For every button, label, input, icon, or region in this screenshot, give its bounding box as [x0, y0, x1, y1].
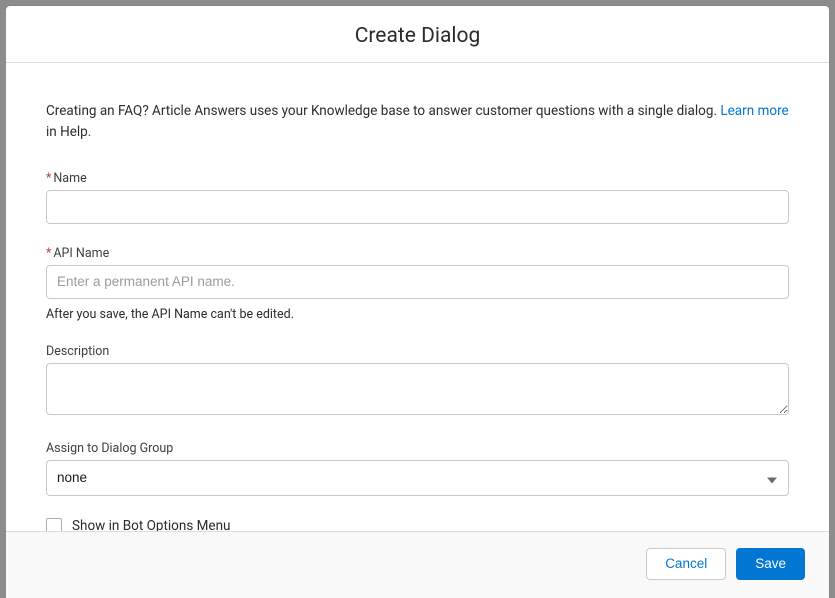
- description-label: Description: [46, 344, 789, 359]
- learn-more-link[interactable]: Learn more: [720, 103, 788, 119]
- api-name-helper: After you save, the API Name can't be ed…: [46, 307, 789, 322]
- field-name: *Name: [46, 171, 789, 224]
- field-api-name: *API Name After you save, the API Name c…: [46, 246, 789, 322]
- intro-text: Creating an FAQ? Article Answers uses yo…: [46, 101, 789, 143]
- dialog-group-label: Assign to Dialog Group: [46, 441, 789, 456]
- required-marker: *: [46, 246, 51, 261]
- modal-body: Creating an FAQ? Article Answers uses yo…: [6, 63, 829, 531]
- field-description: Description: [46, 344, 789, 419]
- name-label-text: Name: [53, 171, 86, 186]
- required-marker: *: [46, 171, 51, 186]
- description-textarea[interactable]: [46, 363, 789, 415]
- name-input[interactable]: [46, 190, 789, 224]
- save-button[interactable]: Save: [736, 548, 805, 580]
- name-label: *Name: [46, 171, 789, 186]
- dialog-group-select-wrap: none: [46, 460, 789, 496]
- show-in-menu-checkbox[interactable]: [46, 518, 62, 531]
- modal-header: Create Dialog: [6, 6, 829, 63]
- show-in-menu-label: Show in Bot Options Menu: [72, 518, 231, 531]
- modal-footer: Cancel Save: [6, 531, 829, 598]
- dialog-group-select[interactable]: none: [46, 460, 789, 496]
- field-show-in-menu: Show in Bot Options Menu: [46, 518, 789, 531]
- create-dialog-modal: Create Dialog Creating an FAQ? Article A…: [6, 6, 829, 598]
- api-name-input[interactable]: [46, 265, 789, 299]
- api-name-label: *API Name: [46, 246, 789, 261]
- api-name-label-text: API Name: [53, 246, 109, 261]
- intro-before-link: Creating an FAQ? Article Answers uses yo…: [46, 103, 720, 119]
- cancel-button[interactable]: Cancel: [646, 548, 726, 580]
- field-dialog-group: Assign to Dialog Group none: [46, 441, 789, 496]
- intro-after-link: in Help.: [46, 124, 91, 140]
- modal-title: Create Dialog: [6, 24, 829, 48]
